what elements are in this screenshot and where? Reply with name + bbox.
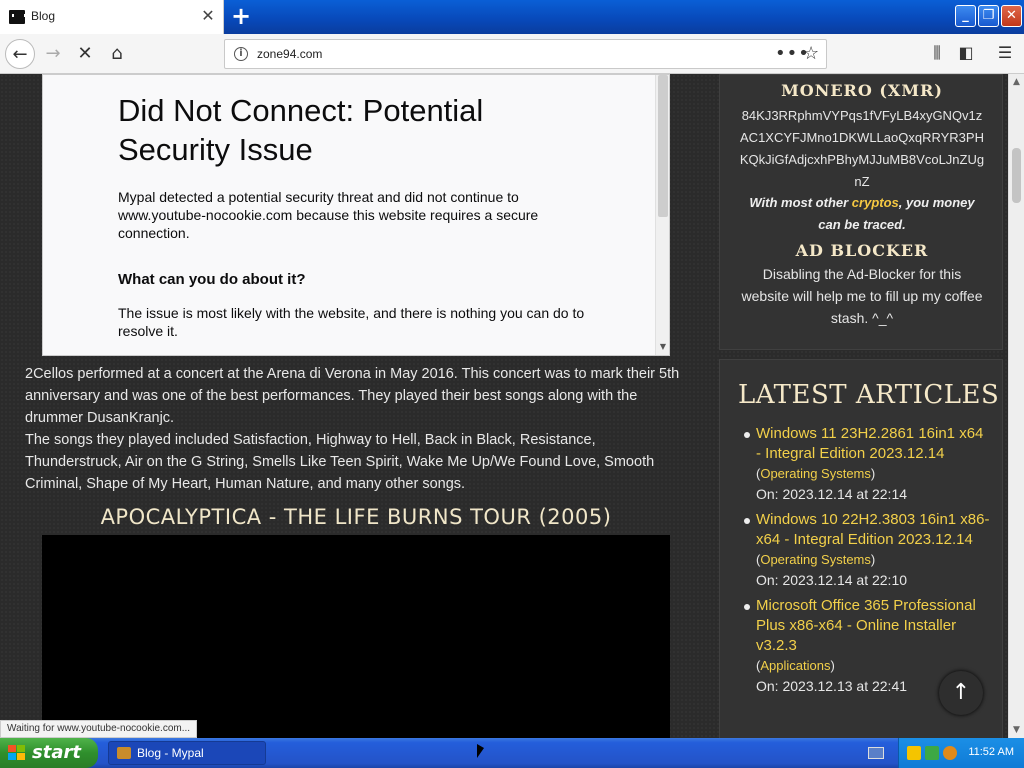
adblock-heading: AD BLOCKER (795, 241, 929, 260)
taskbar-item-mypal[interactable]: Blog - Mypal (108, 741, 266, 765)
article-date: On: 2023.12.14 at 22:14 (756, 486, 908, 502)
monero-address: 84KJ3RRphmVYPqs1fVFyLB4xyGNQv1zAC1XCYFJM… (739, 108, 985, 189)
category-link[interactable]: Operating Systems (760, 552, 871, 567)
error-subheading: What can you do about it? (118, 271, 306, 288)
new-tab-button[interactable]: + (228, 4, 254, 30)
library-icon[interactable]: ⫼ (926, 42, 948, 64)
home-button[interactable]: ⌂ (102, 39, 132, 69)
stop-loading-button[interactable]: ✕ (70, 39, 100, 69)
video-embed[interactable] (42, 535, 670, 738)
tab-title: Blog (31, 9, 56, 23)
page-scrollbar[interactable]: ▲ ▼ (1008, 74, 1024, 738)
windows-logo-icon (8, 745, 26, 761)
article-date: On: 2023.12.14 at 22:10 (756, 572, 908, 588)
crypto-note: With most other cryptos, you money can b… (749, 195, 975, 232)
close-window-button[interactable]: ✕ (1001, 5, 1022, 27)
page-content: Did Not Connect: Potential Security Issu… (0, 74, 1008, 738)
menu-icon[interactable]: ☰ (994, 42, 1016, 64)
page-scroll-thumb[interactable] (1012, 148, 1021, 203)
list-item: Windows 10 22H2.3803 16in1 x86-x64 - Int… (740, 510, 990, 590)
list-item: Windows 11 23H2.2861 16in1 x64 - Integra… (740, 424, 990, 504)
monero-heading: MONERO (XMR) (781, 81, 943, 100)
article-link[interactable]: Microsoft Office 365 Professional Plus x… (756, 596, 990, 656)
back-button[interactable]: ← (5, 39, 35, 69)
latest-articles-heading: LATEST ARTICLES (738, 380, 1000, 410)
embedded-error-frame: Did Not Connect: Potential Security Issu… (42, 74, 670, 356)
error-title: Did Not Connect: Potential Security Issu… (118, 93, 484, 167)
scroll-down-icon[interactable]: ▼ (1009, 722, 1024, 738)
sidebar-toggle-icon[interactable]: ◧ (955, 42, 977, 64)
status-bar: Waiting for www.youtube-nocookie.com... (0, 720, 198, 738)
site-info-icon[interactable]: i (234, 47, 248, 61)
frame-scroll-down-icon[interactable]: ▼ (656, 342, 669, 355)
network-icon[interactable] (925, 746, 939, 760)
url-bar[interactable]: i zone94.com ••• ☆ (224, 39, 827, 69)
donation-widget: MONERO (XMR) 84KJ3RRphmVYPqs1fVFyLB4xyGN… (719, 74, 1003, 350)
cryptos-link[interactable]: cryptos (852, 195, 899, 210)
article-paragraph: The songs they played included Satisfact… (25, 432, 655, 492)
mypal-icon (117, 747, 131, 759)
security-shield-icon[interactable] (907, 746, 921, 760)
clock: 11:52 AM (968, 746, 1014, 758)
section-heading: APOCALYPTICA - THE LIFE BURNS TOUR (2005… (100, 505, 612, 529)
article-link[interactable]: Windows 10 22H2.3803 16in1 x86-x64 - Int… (756, 510, 990, 550)
frame-scroll-thumb[interactable] (658, 75, 668, 217)
latest-articles-list: Windows 11 23H2.2861 16in1 x64 - Integra… (740, 424, 990, 702)
article-body: 2Cellos performed at a concert at the Ar… (25, 363, 690, 495)
title-bar: Blog ✕ + _ ❐ ✕ (0, 0, 1024, 34)
close-tab-icon[interactable]: ✕ (199, 7, 217, 25)
system-tray: 11:52 AM (898, 738, 1024, 768)
bookmark-star-icon[interactable]: ☆ (803, 43, 819, 64)
keyboard-icon[interactable] (868, 747, 884, 759)
navigation-bar: ← → ✕ ⌂ i zone94.com ••• ☆ ⫼ ◧ ☰ (0, 34, 1024, 74)
minimize-button[interactable]: _ (955, 5, 976, 27)
article-paragraph: 2Cellos performed at a concert at the Ar… (25, 366, 680, 426)
adblock-text: Disabling the Ad-Blocker for this websit… (741, 266, 983, 326)
tab-blog[interactable]: Blog ✕ (0, 0, 224, 34)
scroll-up-icon[interactable]: ▲ (1009, 74, 1024, 90)
article-link[interactable]: Windows 11 23H2.2861 16in1 x64 - Integra… (756, 424, 990, 464)
error-description: Mypal detected a potential security thre… (118, 189, 539, 241)
frame-scrollbar[interactable]: ▼ (655, 75, 669, 355)
forward-button[interactable]: → (38, 39, 68, 69)
url-text[interactable]: zone94.com (257, 47, 322, 61)
error-help-text: The issue is most likely with the websit… (118, 305, 585, 339)
maximize-button[interactable]: ❐ (978, 5, 999, 27)
search-icon[interactable] (943, 746, 957, 760)
taskbar: start Blog - Mypal 11:52 AM (0, 738, 1024, 768)
start-button[interactable]: start (0, 738, 98, 768)
category-link[interactable]: Applications (760, 658, 830, 673)
site-favicon-icon (9, 10, 26, 24)
category-link[interactable]: Operating Systems (760, 466, 871, 481)
scroll-to-top-button[interactable]: ↑ (939, 671, 983, 715)
